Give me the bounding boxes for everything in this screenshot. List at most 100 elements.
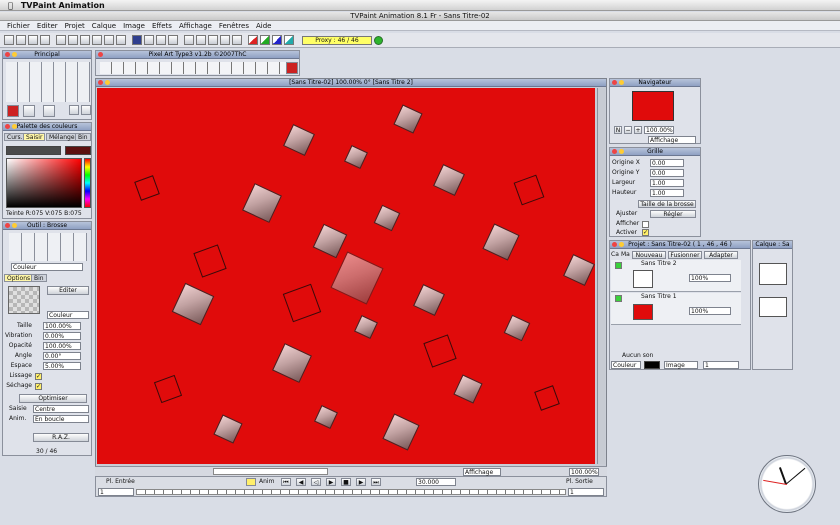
- settings-icon[interactable]: [81, 105, 91, 115]
- new-file-icon[interactable]: [4, 35, 14, 45]
- eraser-icon[interactable]: [43, 105, 55, 117]
- plugin-close-icon[interactable]: [286, 62, 298, 74]
- first-frame-icon[interactable]: ⏮: [281, 478, 291, 486]
- undo-icon[interactable]: [56, 35, 66, 45]
- next-frame-icon[interactable]: ▶: [356, 478, 366, 486]
- tab-options[interactable]: Options: [4, 274, 34, 282]
- primary-color-swatch[interactable]: [7, 105, 19, 117]
- menu-image[interactable]: Image: [123, 22, 145, 30]
- brush-color-select[interactable]: Couleur: [11, 263, 83, 271]
- activate-grid-checkbox[interactable]: ✓: [642, 229, 649, 236]
- project-color-swatch[interactable]: [644, 361, 660, 369]
- frame-thumbnail[interactable]: [759, 297, 787, 317]
- frame-in-field[interactable]: 1: [98, 488, 134, 496]
- layer-name[interactable]: Sans Titre 2: [641, 260, 677, 268]
- light-table-icon[interactable]: [168, 35, 178, 45]
- nav-n-icon[interactable]: N: [614, 126, 622, 134]
- save-icon[interactable]: [28, 35, 38, 45]
- apple-icon[interactable]: : [8, 1, 13, 10]
- view-icon[interactable]: [196, 35, 206, 45]
- prev-frame-icon[interactable]: ◀: [296, 478, 306, 486]
- menu-calque[interactable]: Calque: [92, 22, 116, 30]
- current-color-swatch[interactable]: [6, 146, 61, 155]
- layer-icon[interactable]: [132, 35, 142, 45]
- project-color-select[interactable]: Couleur: [611, 361, 641, 369]
- spacing-field[interactable]: 5.00%: [43, 362, 81, 370]
- grid-height-field[interactable]: 1.00: [650, 189, 684, 197]
- fx-icon[interactable]: [68, 35, 78, 45]
- layer-visibility-toggle[interactable]: [615, 262, 622, 269]
- play-icon[interactable]: ▶: [326, 478, 336, 486]
- navigator-zoom-field[interactable]: 100.00%: [644, 126, 674, 134]
- menu-effets[interactable]: Effets: [152, 22, 172, 30]
- smoothing-checkbox[interactable]: ✓: [35, 373, 42, 380]
- show-grid-checkbox[interactable]: [642, 221, 649, 228]
- menu-affichage[interactable]: Affichage: [179, 22, 212, 30]
- menu-fenetres[interactable]: Fenêtres: [219, 22, 249, 30]
- nav-minus-icon[interactable]: −: [624, 126, 632, 134]
- color-wheel-icon[interactable]: [104, 35, 114, 45]
- timeline-ruler[interactable]: [136, 489, 566, 495]
- crop-icon[interactable]: [92, 35, 102, 45]
- canvas-horizontal-scrollbar[interactable]: [213, 468, 328, 475]
- adapt-layers-button[interactable]: Adapter: [704, 251, 738, 259]
- frame-thumbnail[interactable]: [759, 263, 787, 285]
- menu-projet[interactable]: Projet: [65, 22, 85, 30]
- os-app-name[interactable]: TVPaint Animation: [21, 1, 105, 10]
- layer-visibility-toggle[interactable]: [615, 295, 622, 302]
- tab-brush-bin[interactable]: Bin: [31, 274, 47, 282]
- save-as-icon[interactable]: [40, 35, 50, 45]
- pixel-art-tool-strip[interactable]: [100, 62, 298, 74]
- anim-mode-label[interactable]: Anim: [259, 478, 274, 486]
- menu-editer[interactable]: Editer: [37, 22, 58, 30]
- navigator-display-select[interactable]: Affichage: [648, 136, 696, 144]
- project-image-select[interactable]: Image: [664, 361, 698, 369]
- film-icon[interactable]: [144, 35, 154, 45]
- menu-aide[interactable]: Aide: [256, 22, 271, 30]
- opacity-field[interactable]: 100.00%: [43, 342, 81, 350]
- size-field[interactable]: 100.00%: [43, 322, 81, 330]
- open-file-icon[interactable]: [16, 35, 26, 45]
- brush-mode-select[interactable]: Couleur: [47, 311, 89, 319]
- color-picker-square[interactable]: [6, 158, 82, 208]
- nav-plus-icon[interactable]: +: [634, 126, 642, 134]
- layer-opacity-field[interactable]: 100%: [689, 274, 731, 282]
- frame-icon[interactable]: [208, 35, 218, 45]
- drawing-canvas[interactable]: [97, 88, 595, 464]
- grid-icon[interactable]: [116, 35, 126, 45]
- proxy-indicator[interactable]: Proxy : 46 / 46: [302, 36, 372, 45]
- menu-fichier[interactable]: Fichier: [7, 22, 30, 30]
- adjust-button[interactable]: Régler: [650, 210, 696, 218]
- timeline-icon[interactable]: [156, 35, 166, 45]
- green-flag-icon[interactable]: [260, 35, 270, 45]
- tool-grid[interactable]: [6, 62, 90, 102]
- panel-icon[interactable]: [220, 35, 230, 45]
- stencil-icon[interactable]: [184, 35, 194, 45]
- origin-x-field[interactable]: 0.00: [650, 159, 684, 167]
- canvas-vertical-scrollbar[interactable]: [597, 88, 605, 464]
- secondary-color-swatch[interactable]: [65, 146, 91, 155]
- brush-preset-grid[interactable]: [9, 233, 87, 261]
- loop-icon[interactable]: [246, 478, 256, 486]
- layer-opacity-field[interactable]: 100%: [689, 307, 731, 315]
- drying-checkbox[interactable]: ✓: [35, 383, 42, 390]
- no-sound-label[interactable]: Aucun son: [622, 352, 653, 360]
- tab-saisir[interactable]: Saisir: [23, 133, 46, 141]
- stop-icon[interactable]: ■: [341, 478, 351, 486]
- vibration-field[interactable]: 0.00%: [43, 332, 81, 340]
- tab-melange[interactable]: Mélange: [46, 133, 78, 141]
- navigator-thumbnail[interactable]: [632, 91, 674, 121]
- layer-name[interactable]: Sans Titre 1: [641, 293, 677, 301]
- new-layer-button[interactable]: Nouveau: [632, 251, 666, 259]
- origin-y-field[interactable]: 0.00: [650, 169, 684, 177]
- saisie-select[interactable]: Centre: [33, 405, 89, 413]
- hue-slider[interactable]: [84, 158, 91, 208]
- red-flag-icon[interactable]: [248, 35, 258, 45]
- frame-out-field[interactable]: 1: [568, 488, 604, 496]
- cyan-flag-icon[interactable]: [284, 35, 294, 45]
- display-select[interactable]: Affichage: [463, 468, 501, 476]
- optimize-button[interactable]: Optimiser: [19, 394, 87, 403]
- fps-select[interactable]: 30.000: [416, 478, 456, 486]
- layer-row[interactable]: Sans Titre 2 100%: [611, 260, 741, 292]
- palette-icon[interactable]: [232, 35, 242, 45]
